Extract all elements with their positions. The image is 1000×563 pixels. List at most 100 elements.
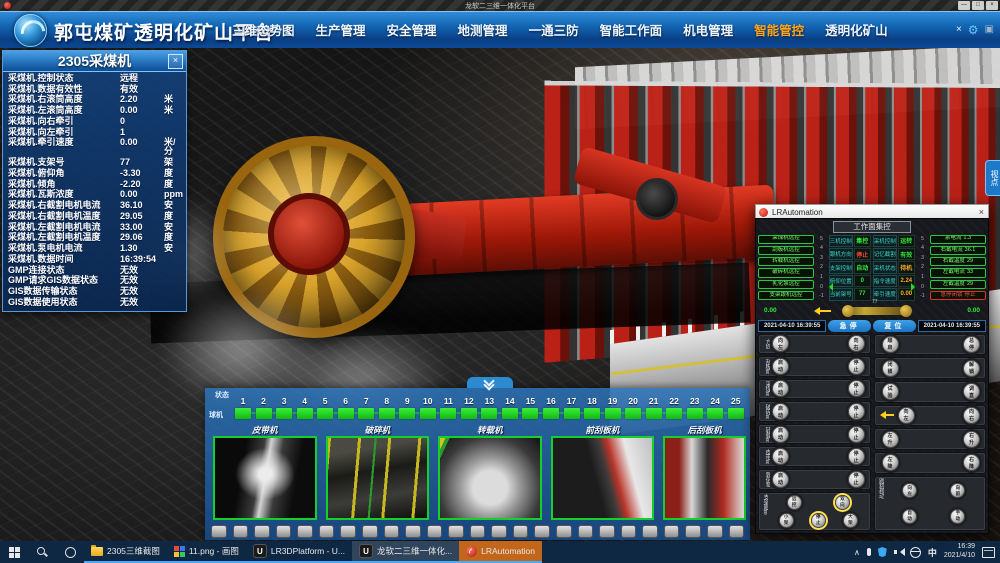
camera-status-square[interactable]: [707, 408, 723, 419]
ime-indicator[interactable]: 中: [928, 546, 937, 559]
remote-button[interactable]: 乳化泵远控: [758, 280, 814, 289]
menu-item-生产管理[interactable]: 生产管理: [316, 20, 366, 39]
round-button-停止[interactable]: 停止: [848, 471, 865, 488]
camera-status-square[interactable]: [235, 408, 251, 419]
film-cell[interactable]: [664, 525, 680, 538]
security-shield-icon[interactable]: [878, 547, 887, 557]
film-cell[interactable]: [729, 525, 745, 538]
camera-thumbnail[interactable]: [213, 436, 317, 520]
round-button-双向[interactable]: 双向: [835, 495, 850, 510]
round-button-右升[interactable]: 右升: [963, 431, 980, 448]
camera-thumbnail[interactable]: [551, 436, 655, 520]
lr-titlebar[interactable]: LRAutomation ×: [755, 204, 989, 219]
camera-status-square[interactable]: [358, 408, 374, 419]
round-button-向右[interactable]: 向右: [963, 407, 980, 424]
camera-status-square[interactable]: [379, 408, 395, 419]
camera-thumbnail[interactable]: [663, 436, 746, 520]
camera-status-square[interactable]: [461, 408, 477, 419]
value-button[interactable]: 右截温度29: [930, 257, 986, 266]
round-button-左降[interactable]: 左降: [882, 454, 899, 471]
menu-item-机电管理[interactable]: 机电管理: [683, 20, 733, 39]
speaker-icon[interactable]: [894, 548, 903, 556]
round-button-顺启[interactable]: 顺启: [882, 336, 899, 353]
round-button-启动[interactable]: 启动: [772, 403, 789, 420]
round-button-启动[interactable]: 启动: [772, 380, 789, 397]
camera-status-square[interactable]: [728, 408, 744, 419]
film-cell[interactable]: [384, 525, 400, 538]
round-button-启动[interactable]: 启动: [772, 358, 789, 375]
camera-status-square[interactable]: [481, 408, 497, 419]
camera-thumbnail[interactable]: [326, 436, 430, 520]
film-cell[interactable]: [319, 525, 335, 538]
menu-item-智能管控[interactable]: 智能管控: [754, 20, 804, 39]
tools-icon[interactable]: ×: [956, 25, 962, 35]
maximize-button[interactable]: □: [972, 1, 984, 10]
film-cell[interactable]: [211, 525, 227, 538]
film-cell[interactable]: [642, 525, 658, 538]
collapse-tab[interactable]: [467, 377, 513, 388]
round-button-停止[interactable]: 停止: [811, 513, 826, 528]
menu-item-透明化矿山[interactable]: 透明化矿山: [825, 20, 888, 39]
taskbar-item[interactable]: 2305三维截图: [84, 541, 167, 563]
round-button-启动[interactable]: 启动: [772, 426, 789, 443]
taskbar-item[interactable]: LRAutomation: [459, 541, 542, 563]
round-button-停止[interactable]: 停止: [848, 448, 865, 465]
film-cell[interactable]: [556, 525, 572, 538]
round-button-右降[interactable]: 右降: [963, 454, 980, 471]
round-button-启动[interactable]: 启动: [772, 471, 789, 488]
taskbar-item[interactable]: 11.png - 画图: [167, 541, 246, 563]
film-cell[interactable]: [491, 525, 507, 538]
camera-status-square[interactable]: [625, 408, 641, 419]
film-cell[interactable]: [427, 525, 443, 538]
tray-expand-icon[interactable]: ∧: [854, 548, 860, 557]
close-icon[interactable]: ×: [979, 206, 984, 218]
menu-item-一通三防[interactable]: 一通三防: [529, 20, 579, 39]
camera-status-square[interactable]: [564, 408, 580, 419]
camera-status-square[interactable]: [522, 408, 538, 419]
camera-status-square[interactable]: [502, 408, 518, 419]
camera-status-square[interactable]: [317, 408, 333, 419]
start-button[interactable]: [0, 541, 28, 563]
film-cell[interactable]: [340, 525, 356, 538]
remote-button[interactable]: 破碎机远控: [758, 268, 814, 277]
camera-status-square[interactable]: [646, 408, 662, 419]
camera-status-square[interactable]: [440, 408, 456, 419]
restore-icon[interactable]: ▣: [985, 25, 994, 35]
film-cell[interactable]: [470, 525, 486, 538]
menu-item-智能工作面[interactable]: 智能工作面: [600, 20, 663, 39]
menu-item-三维态势图[interactable]: 三维态势图: [232, 20, 295, 39]
round-button-向前[interactable]: 向前: [950, 483, 965, 498]
camera-status-square[interactable]: [399, 408, 415, 419]
round-button-停止[interactable]: 停止: [848, 403, 865, 420]
network-icon[interactable]: [910, 547, 921, 558]
film-cell[interactable]: [621, 525, 637, 538]
gear-icon[interactable]: ⚙: [968, 24, 979, 36]
round-button-启动[interactable]: 启动: [772, 448, 789, 465]
close-button[interactable]: ×: [986, 1, 998, 10]
camera-thumbnail[interactable]: [438, 436, 542, 520]
taskbar-item[interactable]: U龙软二三维一体化...: [352, 541, 459, 563]
value-button[interactable]: 急停闭锁停止: [930, 291, 986, 300]
value-button[interactable]: 泵电流1.3: [930, 235, 986, 244]
round-button-向右[interactable]: 向右: [848, 335, 865, 352]
value-button[interactable]: 右截电流36.1: [930, 246, 986, 255]
round-button-大架[interactable]: 大架: [843, 513, 858, 528]
search-button[interactable]: [28, 541, 56, 563]
film-cell[interactable]: [513, 525, 529, 538]
film-cell[interactable]: [297, 525, 313, 538]
camera-status-square[interactable]: [276, 408, 292, 419]
film-cell[interactable]: [599, 525, 615, 538]
round-button-远控[interactable]: 远控: [787, 495, 802, 510]
remote-button[interactable]: 刮板机远控: [758, 246, 814, 255]
viewpoint-tab[interactable]: 视点: [985, 160, 1000, 196]
round-button-向左[interactable]: 向左: [898, 407, 915, 424]
value-button[interactable]: 左截温度29: [930, 280, 986, 289]
remote-button[interactable]: 采煤机远控: [758, 235, 814, 244]
camera-status-square[interactable]: [543, 408, 559, 419]
round-button-手动[interactable]: 手动: [950, 509, 965, 524]
camera-status-square[interactable]: [420, 408, 436, 419]
round-button-向左[interactable]: 向左: [772, 335, 789, 352]
menu-item-地测管理[interactable]: 地测管理: [458, 20, 508, 39]
camera-status-square[interactable]: [666, 408, 682, 419]
notification-center-icon[interactable]: [982, 547, 995, 558]
